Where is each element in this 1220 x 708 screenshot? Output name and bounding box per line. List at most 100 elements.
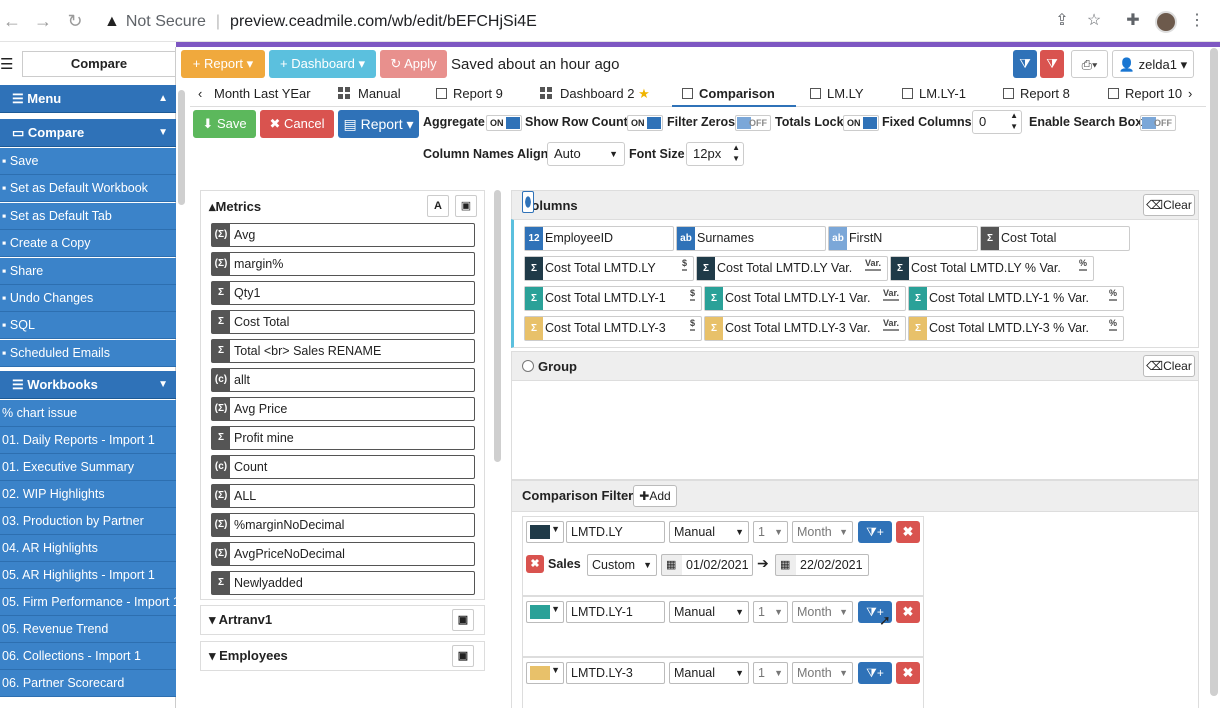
clipboard-icon[interactable]: ▣	[455, 195, 477, 217]
metrics-header[interactable]: ▴Metrics	[209, 199, 261, 215]
remove-filter-button[interactable]: ✖	[896, 662, 920, 684]
workbook-item[interactable]: 05. AR Highlights - Import 1	[0, 562, 176, 589]
group-clear-button[interactable]: ⌫Clear	[1143, 355, 1195, 377]
add-filter-button[interactable]: ✚Add	[633, 485, 677, 507]
tabs-prev-icon[interactable]: ‹	[198, 82, 202, 107]
sidebar-item[interactable]: ▪ Set as Default Tab	[0, 202, 176, 230]
filter-name-input[interactable]: LMTD.LY-3	[566, 662, 665, 684]
metric-item[interactable]: Σ Qty1	[211, 281, 475, 305]
page-scrollbar[interactable]	[1210, 48, 1218, 696]
format-icon[interactable]: %	[1078, 257, 1087, 271]
report-type-button[interactable]: ▤ Report ▾	[338, 110, 419, 138]
filter-name-input[interactable]: LMTD.LY-1	[566, 601, 665, 623]
sidebar-compare-header[interactable]: ▭ Compare ▼	[0, 119, 176, 147]
totals-lock-toggle[interactable]: ON	[843, 115, 879, 131]
workbook-item[interactable]: 01. Daily Reports - Import 1	[0, 427, 176, 454]
sidebar-menu-header[interactable]: ☰ Menu ▲	[0, 85, 176, 113]
group-drop-area[interactable]	[511, 380, 1199, 480]
metric-item[interactable]: (Σ) Avg Price	[211, 397, 475, 421]
workbook-item[interactable]: 05. Revenue Trend	[0, 616, 176, 643]
column-chip[interactable]: Σ Cost Total	[980, 226, 1130, 251]
tab-report-9[interactable]: Report 9	[436, 82, 503, 107]
columns-radio[interactable]	[522, 191, 534, 213]
column-chip[interactable]: Σ Cost Total LMTD.LY-3 $	[524, 316, 702, 341]
sidebar-item[interactable]: ▪ Share	[0, 257, 176, 285]
apply-button[interactable]: ↻ Apply	[380, 50, 447, 78]
sidebar-item[interactable]: ▪ Create a Copy	[0, 230, 176, 258]
tab-report-8[interactable]: Report 8	[1003, 82, 1070, 107]
metric-item[interactable]: Σ Total <br> Sales RENAME	[211, 339, 475, 363]
workbook-item[interactable]: % chart issue	[0, 400, 176, 427]
clipboard-icon[interactable]: ▣	[452, 645, 474, 667]
tab-lm-ly-1[interactable]: LM.LY-1	[902, 82, 966, 107]
reload-icon[interactable]: ↻	[63, 9, 87, 33]
filter-add-icon[interactable]: ⧩+	[858, 521, 892, 543]
employees-section[interactable]: ▾ Employees ▣	[200, 641, 485, 671]
sidebar-item[interactable]: ▪ SQL	[0, 312, 176, 340]
cancel-button[interactable]: ✖ Cancel	[260, 110, 334, 138]
columns-clear-button[interactable]: ⌫Clear	[1143, 194, 1195, 216]
sidebar-scrollbar[interactable]	[178, 90, 185, 205]
column-chip[interactable]: ab FirstN	[828, 226, 978, 251]
sidebar-compare-button[interactable]: Compare	[22, 51, 176, 77]
filter-zeros-toggle[interactable]: OFF	[735, 115, 771, 131]
workbook-item[interactable]: 05. Firm Performance - Import 1	[0, 589, 176, 616]
font-size-input[interactable]: 12px ▲ ▼	[686, 142, 744, 166]
column-chip[interactable]: Σ Cost Total LMTD.LY Var. Var.	[696, 256, 888, 281]
hamburger-icon[interactable]: ☰	[0, 55, 13, 73]
enable-search-box-toggle[interactable]: OFF	[1140, 115, 1176, 131]
format-icon[interactable]: %	[1108, 317, 1117, 331]
date-to-input[interactable]: ▦ 22/02/2021	[775, 554, 869, 576]
filter-number-select[interactable]: 1 ▼	[753, 521, 788, 543]
artranv1-section[interactable]: ▾ Artranv1 ▣	[200, 605, 485, 635]
column-chip[interactable]: Σ Cost Total LMTD.LY % Var.%	[890, 256, 1094, 281]
filter-mode-select[interactable]: Manual ▼	[669, 601, 749, 623]
filter-number-select[interactable]: 1 ▼	[753, 662, 788, 684]
format-icon[interactable]: Var.	[882, 287, 899, 301]
filter-unit-select[interactable]: Month ▼	[792, 662, 853, 684]
tab-lm-ly[interactable]: LM.LY	[810, 82, 864, 107]
tab-dashboard-2[interactable]: Dashboard 2 ★	[540, 82, 650, 107]
workbook-item[interactable]: 06. Collections - Import 1	[0, 643, 176, 670]
column-chip[interactable]: Σ Cost Total LMTD.LY $	[524, 256, 694, 281]
sidebar-item[interactable]: ▪ Undo Changes	[0, 285, 176, 312]
date-from-input[interactable]: ▦ 01/02/2021	[661, 554, 753, 576]
column-chip[interactable]: Σ Cost Total LMTD.LY-3 Var. Var.	[704, 316, 906, 341]
sidebar-item[interactable]: ▪ Scheduled Emails	[0, 339, 176, 367]
filter-unit-select[interactable]: Month ▼	[792, 601, 853, 623]
column-chip[interactable]: 12 EmployeeID	[524, 226, 674, 251]
tab-manual[interactable]: Manual	[338, 82, 401, 107]
metric-item[interactable]: (Σ) margin%	[211, 252, 475, 276]
workbook-item[interactable]: 02. WIP Highlights	[0, 481, 176, 508]
column-chip[interactable]: Σ Cost Total LMTD.LY-3 % Var.%	[908, 316, 1124, 341]
metric-item[interactable]: Σ Cost Total	[211, 310, 475, 334]
filter-add-icon[interactable]: ⧩+	[858, 662, 892, 684]
metric-item[interactable]: (Σ) ALL	[211, 484, 475, 508]
subfilter-mode-select[interactable]: Custom ▼	[587, 554, 657, 576]
remove-filter-button[interactable]: ✖	[896, 601, 920, 623]
metric-item[interactable]: (Σ) AvgPriceNoDecimal	[211, 542, 475, 566]
metric-item[interactable]: (c) allt	[211, 368, 475, 392]
workbook-item[interactable]: 03. Production by Partner	[0, 508, 176, 535]
format-icon[interactable]: $	[689, 317, 695, 331]
sidebar-item[interactable]: ▪ Save	[0, 148, 176, 175]
column-chip[interactable]: ab Surnames	[676, 226, 826, 251]
tabs-next-icon[interactable]: ›	[1188, 82, 1192, 107]
filter-name-input[interactable]: LMTD.LY	[566, 521, 665, 543]
tab-report-10[interactable]: Report 10	[1108, 82, 1182, 107]
address-bar[interactable]: ▲ Not Secure | preview.ceadmile.com/wb/e…	[104, 8, 1024, 36]
metric-item[interactable]: (Σ) Avg	[211, 223, 475, 247]
format-icon[interactable]: $	[681, 257, 687, 271]
save-button[interactable]: ⬇ Save	[193, 110, 256, 138]
remove-filter-button[interactable]: ✖	[896, 521, 920, 543]
spinner-icon[interactable]: ▲ ▼	[732, 142, 740, 164]
format-icon[interactable]: Var.	[882, 317, 899, 331]
forward-icon[interactable]: →	[31, 9, 55, 33]
dashboard-menu-button[interactable]: + Dashboard ▾	[269, 50, 376, 78]
extensions-icon[interactable]: ✚	[1122, 10, 1144, 30]
metric-item[interactable]: (Σ) %marginNoDecimal	[211, 513, 475, 537]
format-icon[interactable]: $	[689, 287, 695, 301]
url-text[interactable]: preview.ceadmile.com/wb/edit/bEFCHjSi4E	[230, 13, 537, 31]
sidebar-item[interactable]: ▪ Set as Default Workbook	[0, 175, 176, 203]
column-names-align-select[interactable]: Auto ▼	[547, 142, 625, 166]
